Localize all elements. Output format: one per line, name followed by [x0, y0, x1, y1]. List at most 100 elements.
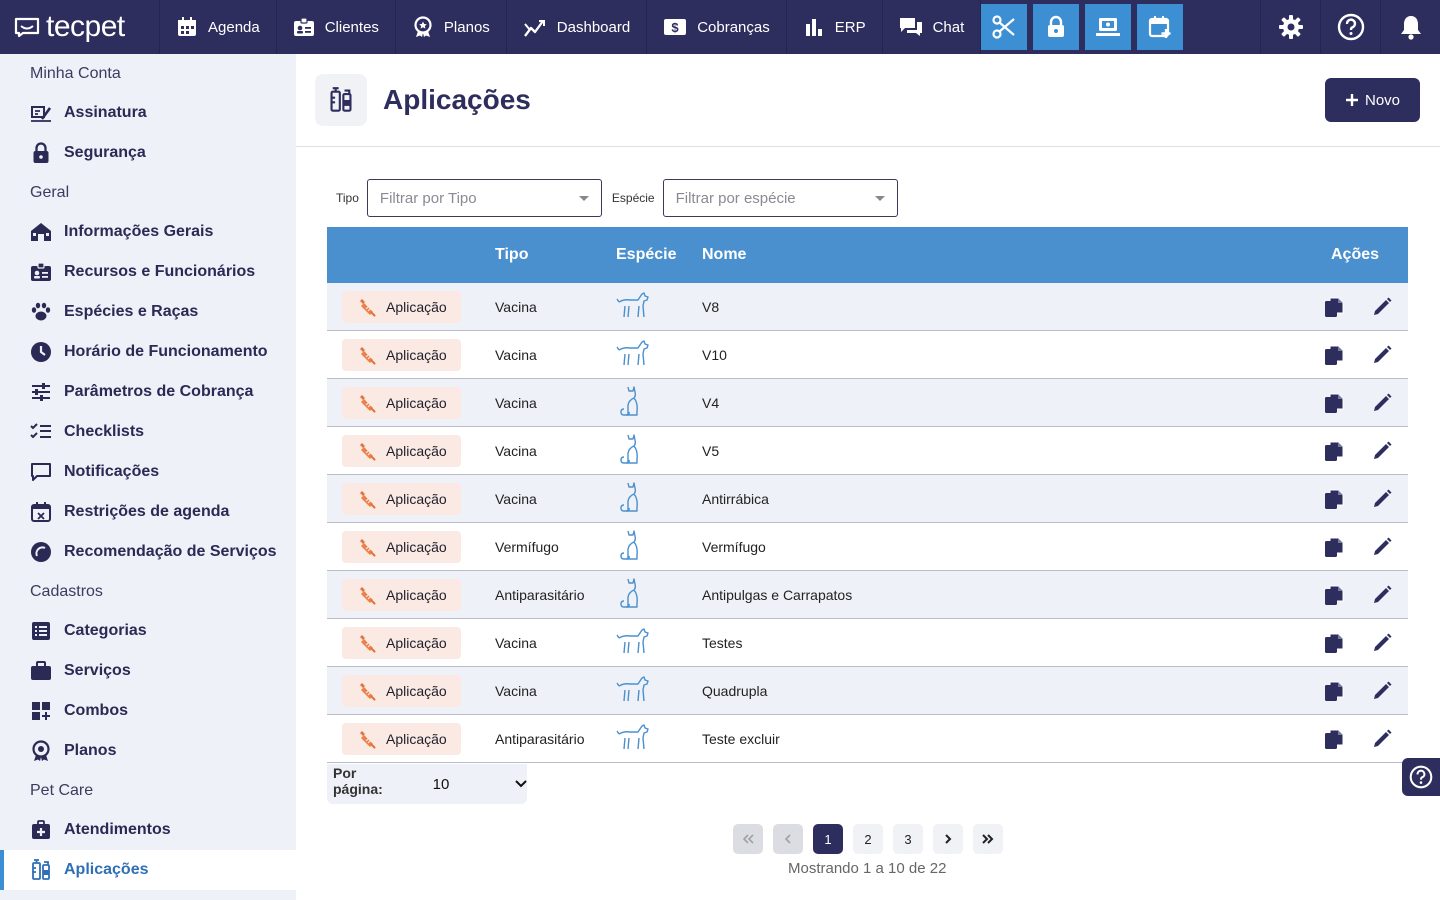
duplicate-button[interactable]	[1323, 344, 1345, 366]
nav-clientes[interactable]: Clientes	[277, 0, 396, 54]
sidebar-item-planos[interactable]: Planos	[0, 731, 296, 771]
table-row[interactable]: Aplicação Vacina V8	[327, 283, 1408, 331]
header-especie[interactable]: Espécie	[616, 246, 702, 264]
sidebar-item-label: Espécies e Raças	[64, 303, 199, 320]
sidebar-item-horario-funcionamento[interactable]: Horário de Funcionamento	[0, 332, 296, 372]
sidebar-item-aplicacoes[interactable]: Aplicações	[0, 850, 296, 890]
sidebar-item-servicos[interactable]: Serviços	[0, 651, 296, 691]
logo-icon	[14, 17, 40, 38]
header-nome[interactable]: Nome	[702, 246, 1308, 264]
sidebar-item-informacoes-gerais[interactable]: Informações Gerais	[0, 212, 296, 252]
edit-button[interactable]	[1371, 584, 1393, 606]
sidebar-item-seguranca[interactable]: Segurança	[0, 133, 296, 173]
nav-agenda[interactable]: Agenda	[160, 0, 277, 54]
cell-nome: V10	[702, 346, 727, 363]
badge-cell: Aplicação	[327, 626, 495, 659]
sidebar-item-label: Recursos e Funcionários	[64, 263, 256, 280]
lock-button[interactable]	[1033, 4, 1080, 50]
next-page-button[interactable]	[933, 824, 963, 854]
cell-especie	[616, 338, 702, 371]
floating-help-button[interactable]	[1402, 758, 1440, 796]
filter-especie-select[interactable]: Filtrar por espécie	[662, 179, 898, 217]
duplicate-button[interactable]	[1323, 392, 1345, 414]
sidebar-item-recomendacao-servicos[interactable]: Recomendação de Serviços	[0, 532, 296, 572]
briefcase-icon	[31, 661, 51, 680]
duplicate-button[interactable]	[1323, 584, 1345, 606]
page-button-1[interactable]: 1	[813, 824, 843, 854]
table-row[interactable]: Aplicação Antiparasitário Teste excluir	[327, 715, 1408, 763]
nav-erp[interactable]: ERP	[787, 0, 883, 54]
header-tipo[interactable]: Tipo	[495, 246, 616, 264]
badge-label: Aplicação	[386, 442, 447, 459]
table-row[interactable]: Aplicação Vacina Testes	[327, 619, 1408, 667]
sidebar-item-recursos-funcionarios[interactable]: Recursos e Funcionários	[0, 252, 296, 292]
grooming-button[interactable]	[981, 4, 1028, 50]
register-button[interactable]	[1085, 4, 1132, 50]
help-button[interactable]	[1320, 0, 1380, 54]
recommend-icon	[31, 542, 51, 562]
sidebar-item-label: Notificações	[64, 463, 160, 480]
duplicate-button[interactable]	[1323, 728, 1345, 750]
nav-chat[interactable]: Chat	[883, 0, 982, 54]
duplicate-button[interactable]	[1323, 680, 1345, 702]
per-page-value: 10	[432, 775, 450, 793]
edit-button[interactable]	[1371, 536, 1393, 558]
settings-button[interactable]	[1260, 0, 1320, 54]
table-row[interactable]: Aplicação Vermífugo Vermífugo	[327, 523, 1408, 571]
cell-tipo: Vacina	[495, 394, 537, 411]
last-page-button[interactable]	[973, 824, 1003, 854]
edit-button[interactable]	[1371, 344, 1393, 366]
nav-cobrancas[interactable]: $ Cobranças	[647, 0, 787, 54]
svg-text:$: $	[672, 20, 680, 35]
duplicate-button[interactable]	[1323, 296, 1345, 318]
prev-page-button[interactable]	[773, 824, 803, 854]
table-row[interactable]: Aplicação Vacina Antirrábica	[327, 475, 1408, 523]
nav-planos[interactable]: Planos	[396, 0, 507, 54]
sidebar-item-notificacoes[interactable]: Notificações	[0, 452, 296, 492]
sidebar-item-atendimentos[interactable]: Atendimentos	[0, 810, 296, 850]
edit-button[interactable]	[1371, 728, 1393, 750]
type-badge: Aplicação	[342, 290, 461, 323]
table-row[interactable]: Aplicação Antiparasitário Antipulgas e Car…	[327, 571, 1408, 619]
page-button-2[interactable]: 2	[853, 824, 883, 854]
nav-dashboard[interactable]: Dashboard	[507, 0, 648, 54]
per-page-control: Por página: 10	[327, 764, 527, 804]
duplicate-button[interactable]	[1323, 536, 1345, 558]
pencil-icon	[1374, 489, 1392, 507]
table-row[interactable]: Aplicação Vacina V5	[327, 427, 1408, 475]
new-button[interactable]: Novo	[1325, 78, 1420, 122]
sidebar-item-checklists[interactable]: Checklists	[0, 412, 296, 452]
add-appointment-button[interactable]	[1137, 4, 1184, 50]
sidebar-item-parametros-cobranca[interactable]: Parâmetros de Cobrança	[0, 372, 296, 412]
edit-button[interactable]	[1371, 488, 1393, 510]
main-content: Aplicações Novo Tipo Filtrar por Tipo Es…	[296, 54, 1440, 900]
sidebar-item-especies-racas[interactable]: Espécies e Raças	[0, 292, 296, 332]
sidebar-item-categorias[interactable]: Categorias	[0, 611, 296, 651]
edit-button[interactable]	[1371, 680, 1393, 702]
edit-button[interactable]	[1371, 440, 1393, 462]
filter-tipo-select[interactable]: Filtrar por Tipo	[366, 179, 602, 217]
per-page-select[interactable]: 10	[433, 776, 527, 793]
duplicate-button[interactable]	[1323, 632, 1345, 654]
table-row[interactable]: Aplicação Vacina Quadrupla	[327, 667, 1408, 715]
table-row[interactable]: Aplicação Vacina V10	[327, 331, 1408, 379]
sidebar-item-restricoes-agenda[interactable]: Restrições de agenda	[0, 492, 296, 532]
edit-button[interactable]	[1371, 296, 1393, 318]
brand-logo[interactable]: tecpet	[0, 0, 160, 54]
edit-button[interactable]	[1371, 392, 1393, 414]
sidebar-item-assinatura[interactable]: Assinatura	[0, 93, 296, 133]
edit-button[interactable]	[1371, 632, 1393, 654]
cell-especie	[616, 385, 702, 420]
syringe-icon	[32, 859, 50, 880]
page-button-3[interactable]: 3	[893, 824, 923, 854]
duplicate-button[interactable]	[1323, 488, 1345, 510]
first-page-button[interactable]	[733, 824, 763, 854]
badge-label: Aplicação	[386, 682, 447, 699]
duplicate-button[interactable]	[1323, 440, 1345, 462]
sidebar-item-combos[interactable]: Combos	[0, 691, 296, 731]
notifications-button[interactable]	[1380, 0, 1440, 54]
paw-icon	[31, 302, 51, 321]
table-row[interactable]: Aplicação Vacina V4	[327, 379, 1408, 427]
pencil-icon	[1374, 537, 1392, 555]
pencil-icon	[1374, 585, 1392, 603]
